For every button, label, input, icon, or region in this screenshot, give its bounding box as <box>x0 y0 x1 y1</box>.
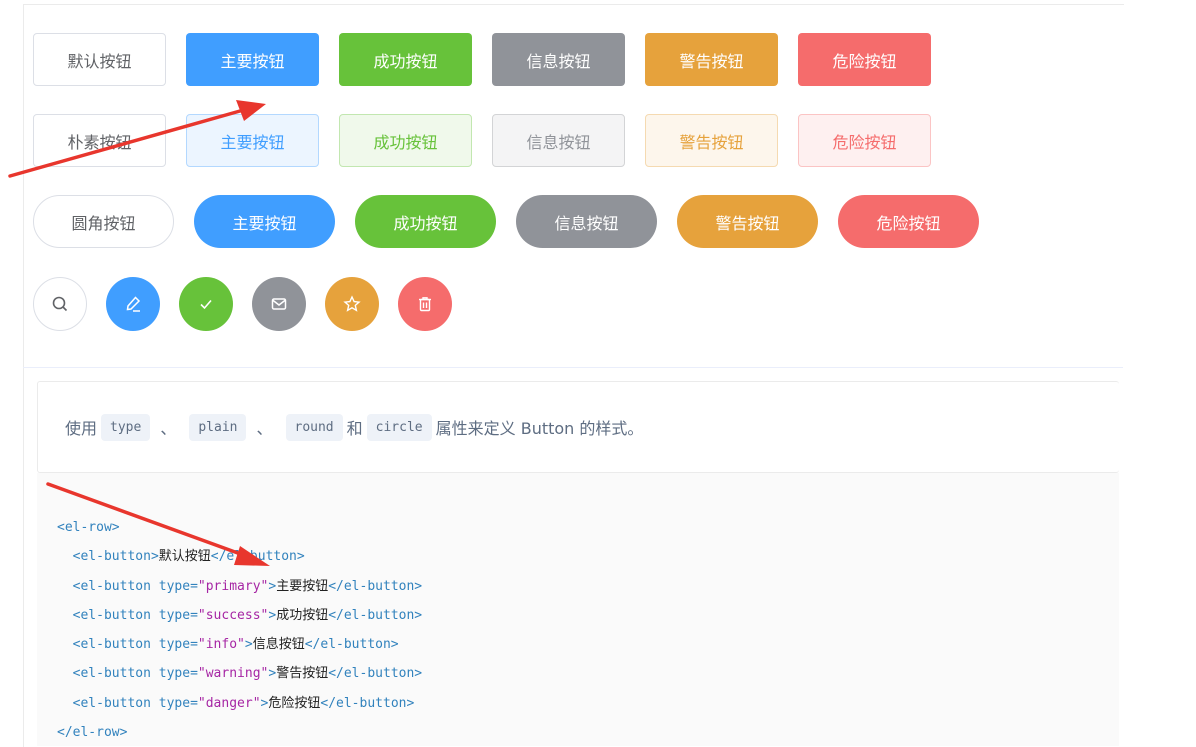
code-line: <el-button type="warning">警告按钮</el-butto… <box>72 666 423 682</box>
primary-button[interactable]: 主要按钮 <box>186 33 319 86</box>
circle-button-row <box>33 277 471 331</box>
plain-button-row: 朴素按钮 主要按钮 成功按钮 信息按钮 警告按钮 危险按钮 <box>33 114 951 167</box>
circle-message-button[interactable] <box>252 277 306 331</box>
code-line: <el-button>默认按钮</el-button> <box>72 549 305 565</box>
description-box: 使用 type 、 plain 、 round 和 circle 属性来定义 B… <box>37 381 1119 473</box>
code-line: <el-button type="success">成功按钮</el-butto… <box>72 607 423 623</box>
round-default-button[interactable]: 圆角按钮 <box>33 195 174 248</box>
info-button[interactable]: 信息按钮 <box>492 33 625 86</box>
check-icon <box>200 299 212 310</box>
success-button[interactable]: 成功按钮 <box>339 33 472 86</box>
code-line: <el-button type="info">信息按钮</el-button> <box>72 637 399 653</box>
description-suffix: 属性来定义 Button 的样式。 <box>435 419 644 438</box>
star-icon <box>343 295 361 312</box>
round-primary-button[interactable]: 主要按钮 <box>194 195 335 248</box>
code-type: type <box>101 413 151 441</box>
plain-primary-button[interactable]: 主要按钮 <box>186 114 319 167</box>
round-warning-button[interactable]: 警告按钮 <box>677 195 818 248</box>
plain-warning-button[interactable]: 警告按钮 <box>645 114 778 167</box>
warning-button[interactable]: 警告按钮 <box>645 33 778 86</box>
round-danger-button[interactable]: 危险按钮 <box>838 195 979 248</box>
edit-icon <box>126 296 141 312</box>
plain-default-button[interactable]: 朴素按钮 <box>33 114 166 167</box>
circle-edit-button[interactable] <box>106 277 160 331</box>
description-and: 和 <box>346 419 363 438</box>
circle-check-button[interactable] <box>179 277 233 331</box>
description-separator: 、 <box>256 419 273 438</box>
default-button[interactable]: 默认按钮 <box>33 33 166 86</box>
danger-button[interactable]: 危险按钮 <box>798 33 931 86</box>
circle-star-button[interactable] <box>325 277 379 331</box>
description-prefix: 使用 <box>65 419 98 438</box>
plain-success-button[interactable]: 成功按钮 <box>339 114 472 167</box>
round-success-button[interactable]: 成功按钮 <box>355 195 496 248</box>
delete-icon <box>419 297 431 312</box>
code-block: <el-row> <el-button>默认按钮</el-button> <el… <box>37 473 1119 746</box>
plain-info-button[interactable]: 信息按钮 <box>492 114 625 167</box>
circle-delete-button[interactable] <box>398 277 452 331</box>
code-lines: <el-row> <el-button>默认按钮</el-button> <el… <box>57 513 422 747</box>
code-row-open: <el-row> <box>57 520 120 535</box>
plain-danger-button[interactable]: 危险按钮 <box>798 114 931 167</box>
basic-button-row: 默认按钮 主要按钮 成功按钮 信息按钮 警告按钮 危险按钮 <box>33 33 951 86</box>
section-divider <box>23 367 1123 368</box>
circle-search-button[interactable] <box>33 277 87 331</box>
search-icon <box>52 296 68 312</box>
code-plain: plain <box>189 413 247 441</box>
round-button-row: 圆角按钮 主要按钮 成功按钮 信息按钮 警告按钮 危险按钮 <box>33 195 999 248</box>
code-line: <el-button type="danger">危险按钮</el-button… <box>72 695 415 711</box>
round-info-button[interactable]: 信息按钮 <box>516 195 657 248</box>
message-icon <box>271 298 287 310</box>
code-line: <el-button type="primary">主要按钮</el-butto… <box>72 578 423 594</box>
code-row-close: </el-row> <box>57 725 128 741</box>
code-circle: circle <box>366 413 432 441</box>
code-round: round <box>285 413 343 441</box>
description-separator: 、 <box>160 419 177 438</box>
